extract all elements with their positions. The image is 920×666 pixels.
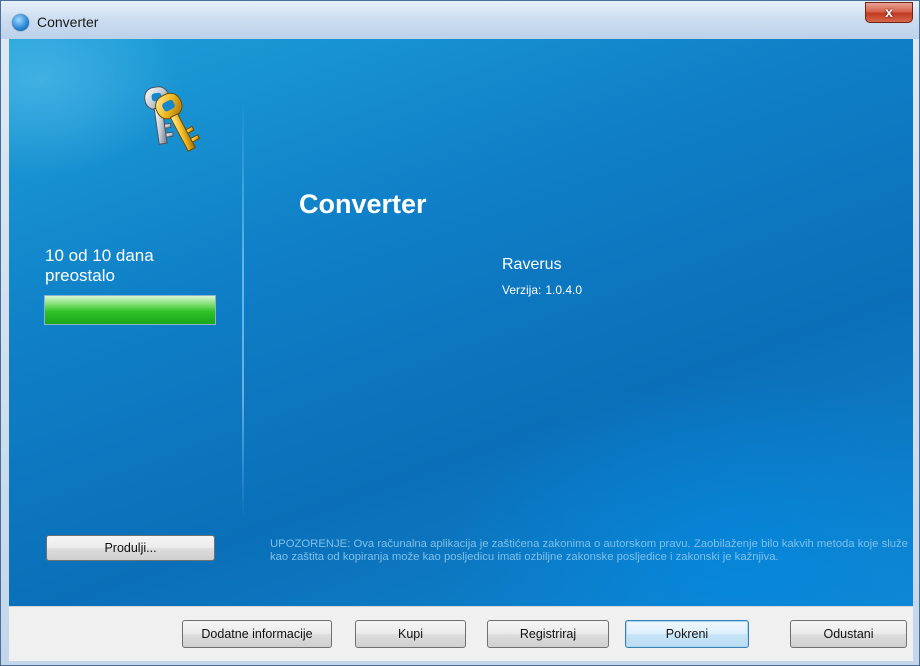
version-info: Verzija: 1.0.4.0 xyxy=(502,283,582,297)
button-bar: Dodatne informacije Kupi Registriraj Pok… xyxy=(9,606,913,661)
cancel-button[interactable]: Odustani xyxy=(790,620,907,648)
converter-window: Converter x 10 od 10 dana preostalo Conv… xyxy=(0,0,920,666)
company-name: Raverus xyxy=(502,256,562,273)
extend-button[interactable]: Produlji... xyxy=(46,535,215,561)
panel-divider xyxy=(242,99,244,519)
version-label: Verzija: xyxy=(502,283,542,297)
trial-progress-fill xyxy=(45,296,215,324)
buy-button[interactable]: Kupi xyxy=(355,620,466,648)
more-info-button[interactable]: Dodatne informacije xyxy=(182,620,332,648)
client-area: 10 od 10 dana preostalo Converter Raveru… xyxy=(9,39,913,661)
close-icon: x xyxy=(885,4,893,20)
run-button[interactable]: Pokreni xyxy=(625,620,749,648)
version-value: 1.0.4.0 xyxy=(545,283,583,297)
copyright-warning: UPOZORENJE: Ova računalna aplikacija je … xyxy=(270,538,908,563)
title-bar[interactable]: Converter x xyxy=(1,1,919,39)
trial-panel: 10 od 10 dana preostalo Converter Raveru… xyxy=(9,39,913,606)
trial-progress-bar xyxy=(44,295,216,325)
app-icon xyxy=(12,14,29,31)
register-button[interactable]: Registriraj xyxy=(487,620,609,648)
trial-remaining-line: preostalo xyxy=(45,266,115,285)
trial-days-line: 10 od 10 dana xyxy=(45,246,154,265)
close-button[interactable]: x xyxy=(865,2,913,23)
trial-days-remaining: 10 od 10 dana preostalo xyxy=(45,246,225,286)
keys-icon xyxy=(144,86,201,152)
window-title: Converter xyxy=(37,14,99,30)
product-title: Converter xyxy=(299,189,427,219)
